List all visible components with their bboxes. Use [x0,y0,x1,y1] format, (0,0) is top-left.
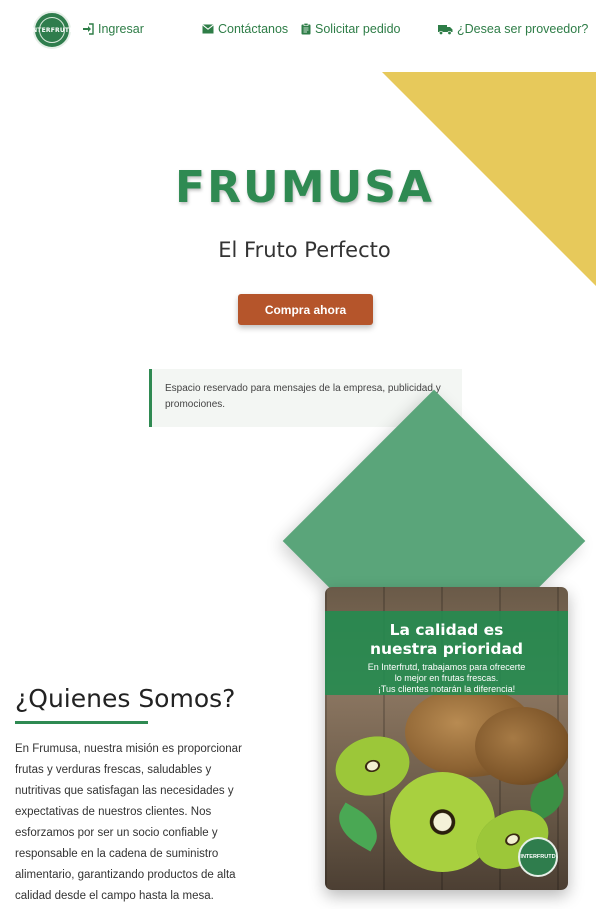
supplier-label: ¿Desea ser proveedor? [457,22,589,36]
clipboard-icon [301,23,311,35]
kiwi-whole [475,707,568,785]
envelope-icon [202,24,214,34]
promo-title: La calidad es nuestra prioridad [325,621,568,659]
top-navbar: INTERFRUTD Ingresar Contáctanos Solicita… [0,0,609,62]
about-text: En Frumusa, nuestra misión es proporcion… [15,743,242,902]
card-logo: INTERFRUTD [518,837,558,877]
card-logo-text: INTERFRUTD [520,854,556,860]
contact-link[interactable]: Contáctanos [202,22,288,36]
promo-title-line1: La calidad es [389,621,504,639]
promo-text-line1: En Interfrutd, trabajamos para ofrecerte [367,662,526,672]
order-label: Solicitar pedido [315,22,401,36]
logo-ring [39,17,65,43]
promo-text-line3: ¡Tus clientes notarán la diferencia! [377,684,516,694]
login-link[interactable]: Ingresar [82,22,144,36]
order-link[interactable]: Solicitar pedido [301,22,400,36]
interfrutd-logo[interactable]: INTERFRUTD [30,11,74,49]
promo-band: La calidad es nuestra prioridad En Inter… [325,611,568,695]
brand-title: FRUMUSA [175,162,434,213]
truck-icon [438,24,453,35]
about-title-underline [15,721,148,724]
promo-title-line2: nuestra prioridad [369,640,524,658]
promo-text: En Interfrutd, trabajamos para ofrecerte… [325,662,568,695]
promo-message-text: Espacio reservado para mensajes de la em… [165,383,441,410]
about-title: ¿Quienes Somos? [15,684,236,713]
sign-in-icon [83,23,94,35]
promo-card[interactable]: La calidad es nuestra prioridad En Inter… [325,587,568,890]
brand-tagline: El Fruto Perfecto [218,238,391,262]
contact-label: Contáctanos [218,22,289,36]
promo-text-line2: lo mejor en frutas frescas. [394,673,499,683]
buy-now-button[interactable]: Compra ahora [238,294,373,325]
supplier-link[interactable]: ¿Desea ser proveedor? [438,22,588,36]
login-label: Ingresar [98,22,144,36]
